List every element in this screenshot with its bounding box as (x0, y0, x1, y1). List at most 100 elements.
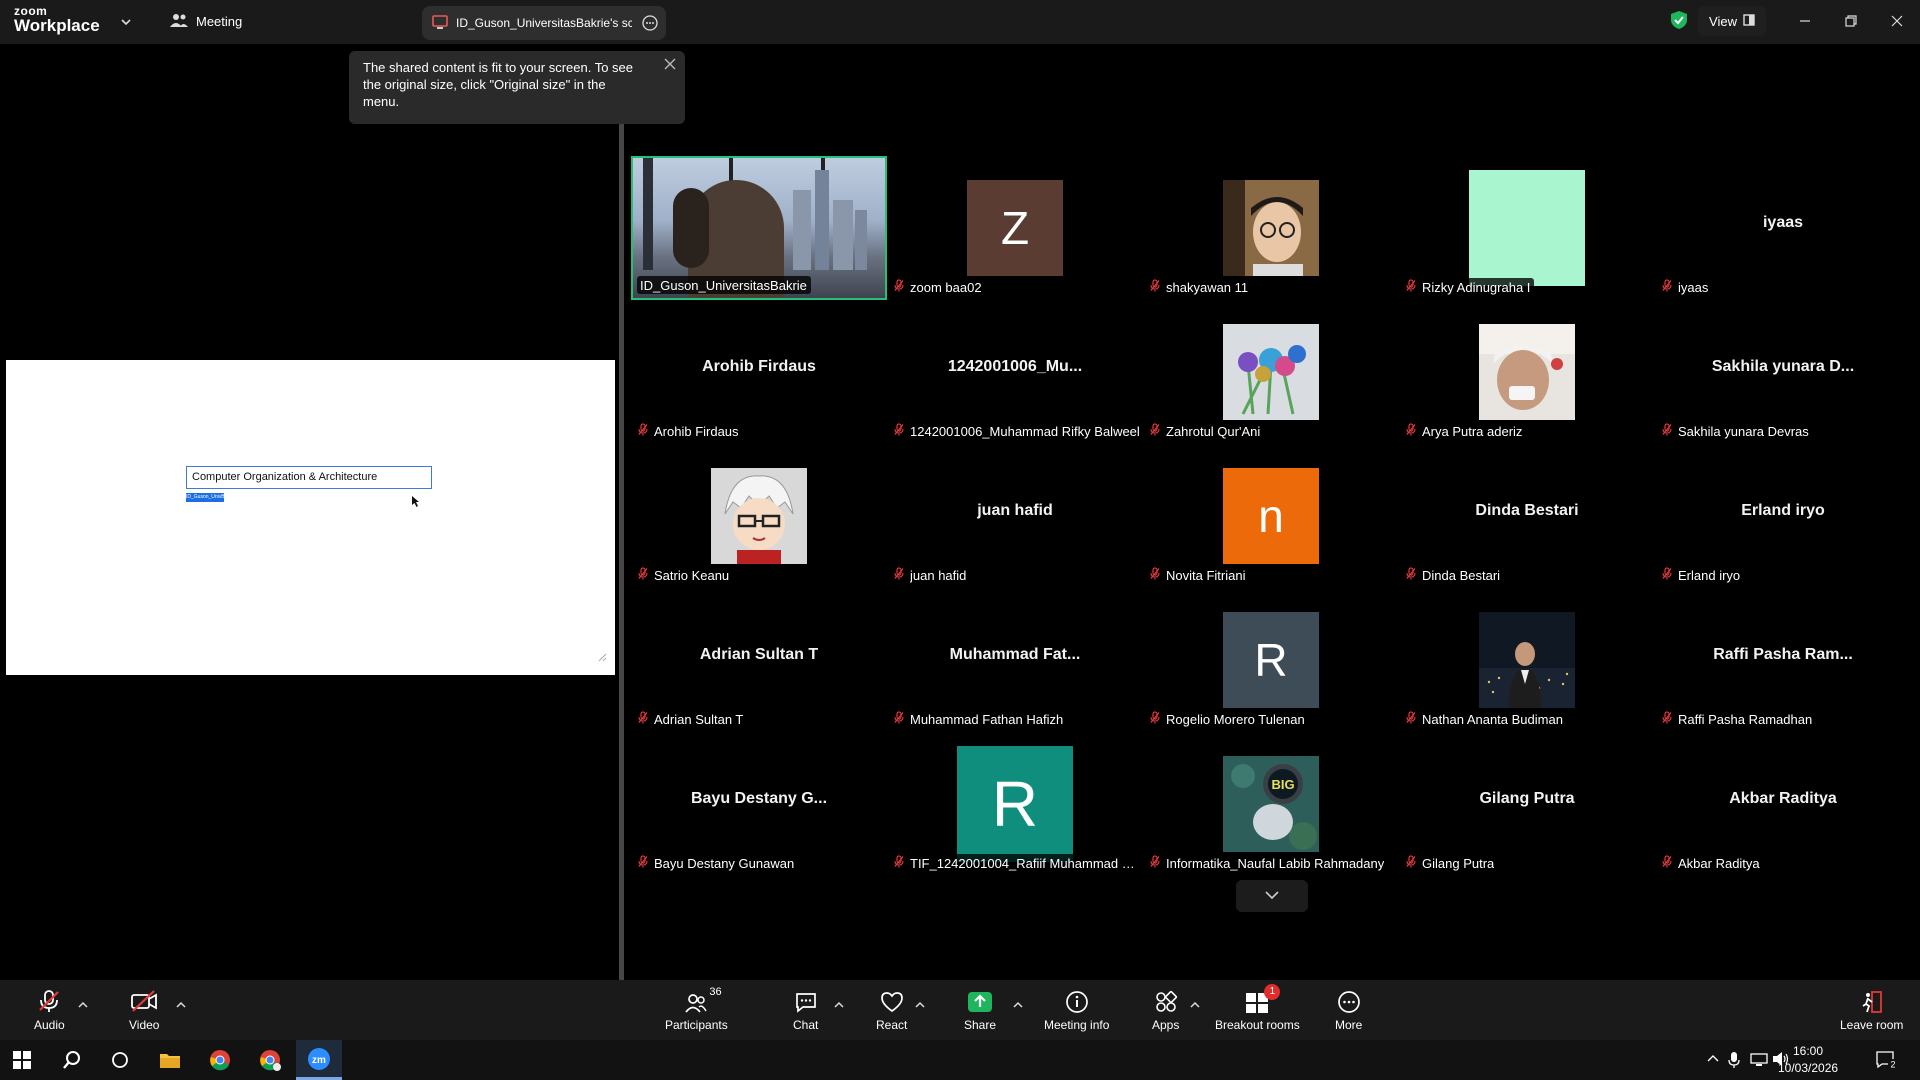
participant-tile[interactable]: R TIF_1242001004_Rafiif Muhammad Da... (887, 732, 1146, 876)
participant-display-name: Erland iryo (1741, 502, 1825, 519)
apps-options-caret-icon[interactable] (1190, 996, 1200, 1014)
audio-options-caret-icon[interactable] (78, 996, 88, 1014)
participant-tile[interactable]: 1242001006_Mu... 1242001006_Muhammad Rifk… (887, 300, 1144, 444)
task-view-icon[interactable] (98, 1040, 142, 1080)
participant-name: zoom baa02 (910, 279, 982, 295)
leave-room-label: Leave room (1840, 1018, 1904, 1032)
participants-button[interactable]: 36 Participants (665, 986, 728, 1032)
file-explorer-icon[interactable] (148, 1040, 192, 1080)
share-options-caret-icon[interactable] (1013, 996, 1023, 1014)
participant-tile[interactable]: Dinda Bestari Dinda Bestari (1399, 444, 1655, 588)
participant-name-label: shakyawan 11 (1147, 278, 1253, 296)
close-icon[interactable] (663, 57, 677, 75)
shared-screen-content[interactable]: Computer Organization & Architecture ID_… (6, 360, 615, 675)
windows-start-icon[interactable] (0, 1040, 44, 1080)
participant-tile[interactable]: ID_Guson_UniversitasBakrie (631, 156, 887, 300)
meeting-info-button[interactable]: Meeting info (1044, 988, 1109, 1032)
breakout-rooms-button[interactable]: 1 Breakout rooms (1215, 984, 1300, 1032)
zoom-taskbar-icon[interactable]: zm (296, 1040, 342, 1080)
mic-muted-icon (894, 279, 904, 295)
participant-tile[interactable]: Zzoom baa02 (887, 156, 1143, 300)
video-button[interactable]: Video (129, 988, 159, 1032)
chevron-down-icon[interactable] (120, 15, 132, 33)
participant-name: Raffi Pasha Ramadhan (1678, 711, 1813, 727)
mic-muted-icon (1406, 567, 1416, 583)
participant-tile[interactable]: shakyawan 11 (1143, 156, 1399, 300)
view-button[interactable]: View (1698, 6, 1766, 36)
panel-splitter[interactable] (619, 124, 624, 980)
tooltip-text: The shared content is fit to your screen… (363, 60, 634, 109)
participant-tile[interactable]: Arohib Firdaus Arohib Firdaus (631, 300, 887, 444)
chat-options-caret-icon[interactable] (834, 996, 844, 1014)
participant-tile[interactable]: Bayu Destany G... Bayu Destany Gunawan (631, 732, 887, 876)
security-shield-icon[interactable] (1670, 10, 1688, 35)
participant-display-name: Dinda Bestari (1475, 502, 1579, 519)
mic-muted-icon (1662, 423, 1672, 439)
participant-tile[interactable]: Satrio Keanu (631, 444, 887, 588)
notifications-icon[interactable]: 2 (1876, 1051, 1898, 1074)
share-screen-tab[interactable]: ID_Guson_UniversitasBakrie's screen (422, 6, 666, 40)
participant-display-name: Akbar Raditya (1729, 790, 1837, 807)
more-button[interactable]: More (1335, 988, 1362, 1032)
participant-tile[interactable]: Zahrotul Qur'Ani (1143, 300, 1399, 444)
minimize-icon[interactable] (1790, 8, 1820, 34)
apps-button[interactable]: Apps (1152, 988, 1179, 1032)
participant-name: Erland iryo (1678, 567, 1741, 583)
title-bar: zoom Workplace Meeting ID_Guson_Universi… (0, 0, 1920, 44)
participant-tile[interactable]: n Novita Fitriani (1143, 444, 1399, 588)
meeting-menu-button[interactable]: Meeting (170, 12, 242, 31)
participant-name-label: Muhammad Fathan Hafizh (891, 710, 1068, 728)
participant-tile[interactable]: Nathan Ananta Budiman (1399, 588, 1655, 732)
clock-date: 10/03/2026 (1778, 1061, 1839, 1075)
participant-tile[interactable]: Erland iryo Erland iryo (1655, 444, 1911, 588)
chrome-icon[interactable] (198, 1040, 242, 1080)
microphone-tray-icon[interactable] (1728, 1051, 1740, 1074)
chevron-up-icon[interactable] (1706, 1051, 1720, 1070)
participant-tile[interactable]: Muhammad Fat... Muhammad Fathan Hafizh (887, 588, 1143, 732)
mic-muted-icon (894, 567, 904, 583)
participants-icon: 36 (685, 986, 722, 1014)
chrome-profile-icon[interactable] (248, 1040, 292, 1080)
participant-tile[interactable]: Rizky Adinugraha I (1399, 156, 1655, 300)
avatar-initial: R (1254, 634, 1288, 686)
restore-icon[interactable] (1836, 8, 1866, 34)
participant-tile[interactable]: Adrian Sultan T Adrian Sultan T (631, 588, 887, 732)
scroll-down-button[interactable] (1236, 880, 1308, 912)
info-icon (1065, 988, 1089, 1014)
search-icon[interactable] (50, 1040, 94, 1080)
chat-button[interactable]: Chat (793, 988, 818, 1032)
participant-display-name: Muhammad Fat... (949, 646, 1081, 663)
leave-room-button[interactable]: Leave room (1840, 988, 1903, 1032)
participant-tile[interactable]: BIG Informatika_Naufal Labib Rahmadany (1143, 732, 1399, 876)
participant-name: Satrio Keanu (654, 567, 730, 583)
share-button[interactable]: Share (964, 988, 996, 1032)
participant-name: 1242001006_Muhammad Rifky Balweel (910, 423, 1140, 439)
mic-muted-icon (638, 855, 648, 871)
participant-tile[interactable]: Raffi Pasha Ram... Raffi Pasha Ramadhan (1655, 588, 1911, 732)
participant-tile[interactable]: juan hafid juan hafid (887, 444, 1143, 588)
svg-text:BIG: BIG (1271, 777, 1294, 792)
mic-muted-icon (1150, 279, 1160, 295)
clock-time: 16:00 (1792, 1044, 1824, 1058)
heart-icon (880, 988, 904, 1014)
participant-tile[interactable]: iyaas iyaas (1655, 156, 1911, 300)
participant-tile[interactable]: Gilang Putra Gilang Putra (1399, 732, 1655, 876)
participant-photo (711, 468, 807, 564)
participant-name: TIF_1242001004_Rafiif Muhammad Da... (910, 855, 1142, 871)
participant-tile[interactable]: R Rogelio Morero Tulenan (1143, 588, 1399, 732)
close-window-icon[interactable] (1882, 8, 1912, 34)
network-icon[interactable] (1750, 1051, 1768, 1072)
participant-name-label: Novita Fitriani (1147, 566, 1250, 584)
participants-count: 36 (709, 986, 722, 998)
video-options-caret-icon[interactable] (176, 996, 186, 1014)
more-options-icon[interactable] (642, 15, 658, 34)
react-options-caret-icon[interactable] (915, 996, 925, 1014)
audio-button[interactable]: Audio (34, 988, 65, 1032)
participant-name-label: Adrian Sultan T (635, 710, 748, 728)
react-button[interactable]: React (876, 988, 907, 1032)
participant-tile[interactable]: Arya Putra aderiz (1399, 300, 1655, 444)
taskbar-clock[interactable]: 16:00 10/03/2026 (1778, 1043, 1838, 1077)
participant-tile[interactable]: Sakhila yunara D... Sakhila yunara Devras (1655, 300, 1911, 444)
participant-name: Gilang Putra (1422, 855, 1495, 871)
participant-tile[interactable]: Akbar Raditya Akbar Raditya (1655, 732, 1911, 876)
